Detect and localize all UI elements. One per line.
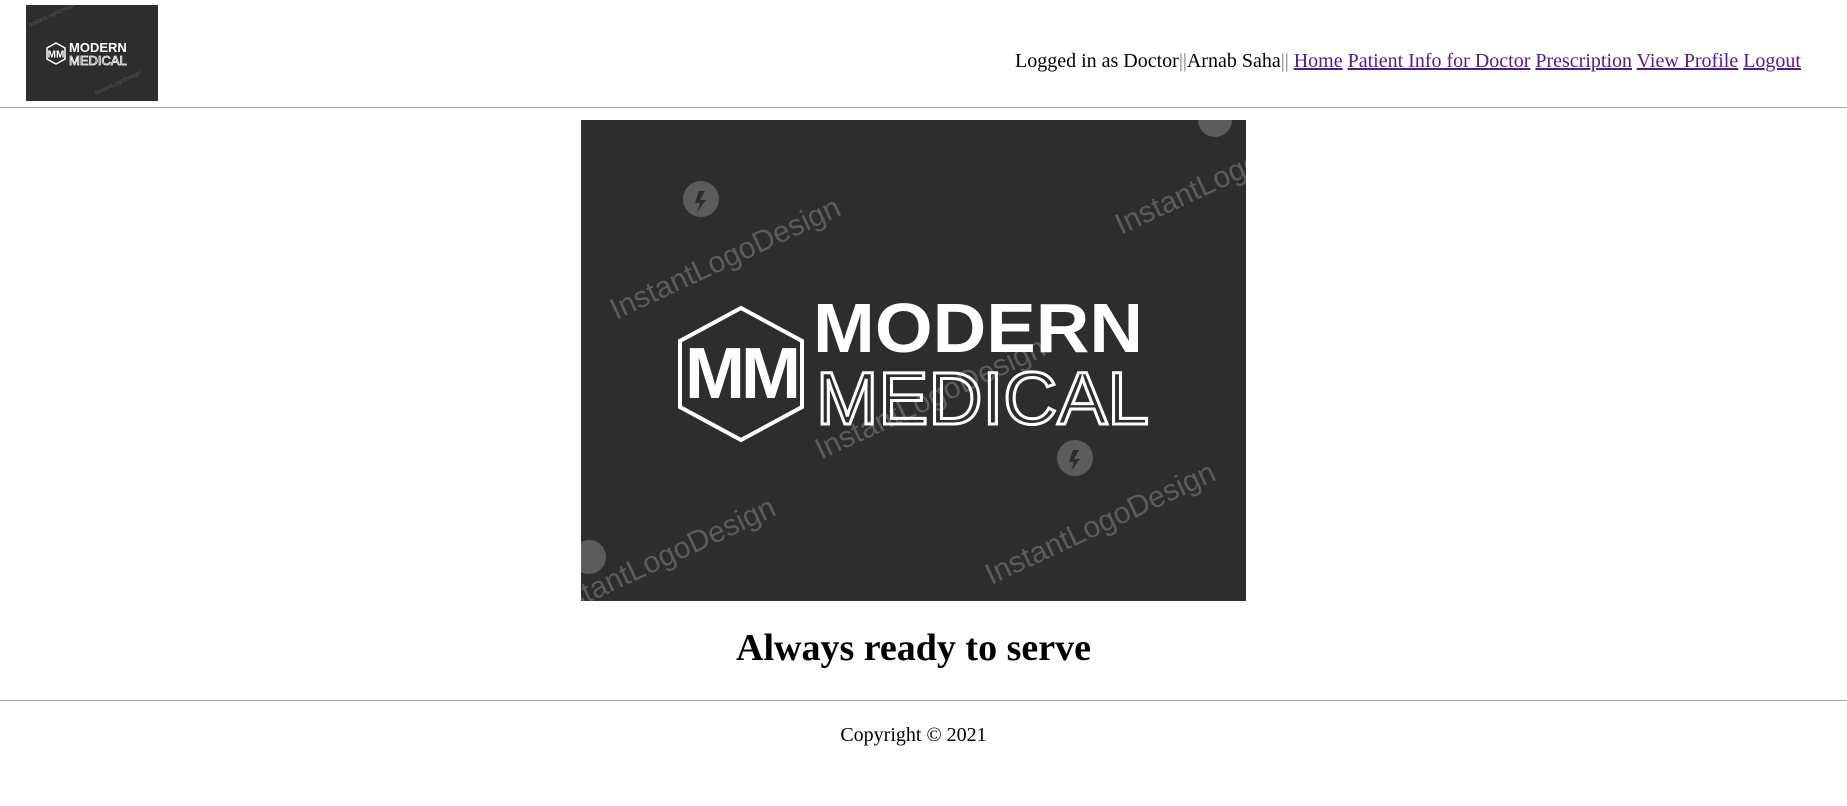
separator: || xyxy=(1178,50,1187,72)
tagline-heading: Always ready to serve xyxy=(736,627,1091,669)
footer-divider xyxy=(0,700,1847,701)
nav-link-home[interactable]: Home xyxy=(1294,50,1343,72)
hero-logo-image: InstantLogoDesign InstantLogoDesign Inst… xyxy=(581,120,1246,601)
top-nav: Logged in as Doctor||Arnab Saha|| Home P… xyxy=(1015,50,1801,73)
svg-text:InstantLogoDesign: InstantLogoDesign xyxy=(28,5,76,29)
nav-link-patient-info[interactable]: Patient Info for Doctor xyxy=(1348,50,1531,72)
svg-text:InstantLogoDesign: InstantLogoDesign xyxy=(1110,120,1246,241)
copyright-text: Copyright © 2021 xyxy=(840,724,987,746)
brand-logo: InstantLogoDesign InstantLogoDesign Inst… xyxy=(581,120,1246,601)
svg-text:InstantLogoDesign: InstantLogoDesign xyxy=(94,70,142,97)
user-name: Arnab Saha xyxy=(1186,50,1281,72)
svg-text:MM: MM xyxy=(48,50,65,61)
svg-text:MEDICAL: MEDICAL xyxy=(69,53,127,68)
svg-text:InstantLogoDesign: InstantLogoDesign xyxy=(581,491,781,601)
header-logo[interactable]: InstantLogoDesign InstantLogoDesign MM M… xyxy=(26,5,158,101)
nav-link-prescription[interactable]: Prescription xyxy=(1535,50,1632,72)
login-status: Logged in as Doctor xyxy=(1014,50,1179,72)
svg-text:InstantLogoDesign: InstantLogoDesign xyxy=(980,456,1221,592)
nav-link-logout[interactable]: Logout xyxy=(1743,50,1801,72)
logo-image: InstantLogoDesign InstantLogoDesign MM M… xyxy=(28,5,142,97)
svg-text:MEDICAL: MEDICAL xyxy=(816,357,1149,440)
site-header: InstantLogoDesign InstantLogoDesign MM M… xyxy=(0,0,1847,108)
nav-link-view-profile[interactable]: View Profile xyxy=(1637,50,1739,72)
svg-text:MM: MM xyxy=(685,334,797,414)
svg-text:InstantLogoDesign: InstantLogoDesign xyxy=(605,191,846,327)
separator: || xyxy=(1280,50,1289,72)
svg-text:MODERN: MODERN xyxy=(813,289,1143,367)
